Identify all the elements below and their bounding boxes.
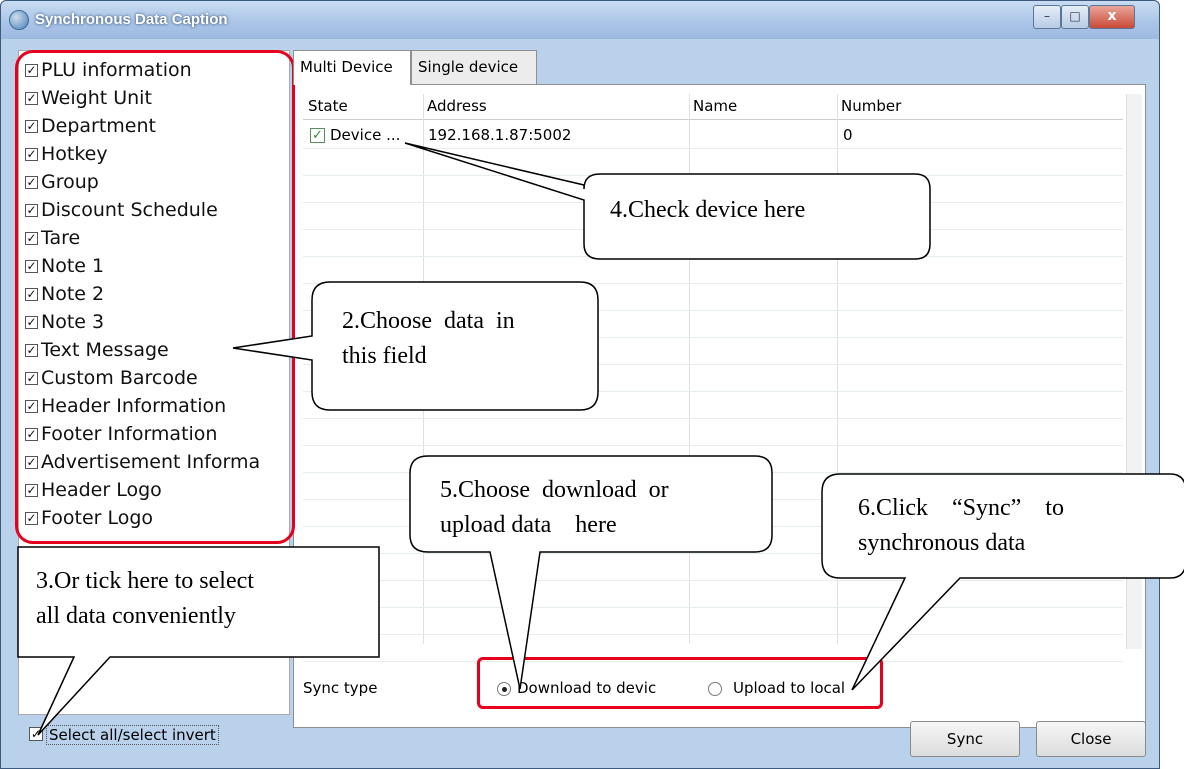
column-number[interactable]: Number <box>841 97 901 115</box>
select-all-checkbox[interactable]: ✓ <box>29 727 43 741</box>
callout-2-text: 2.Choose data in this field <box>342 304 515 374</box>
callout-5-line2: upload data here <box>440 512 617 538</box>
device-grid-panel <box>293 84 1146 728</box>
grid-row-line <box>303 175 1123 176</box>
sync-type-highlight <box>477 657 883 709</box>
column-divider <box>689 94 690 644</box>
column-name[interactable]: Name <box>693 97 737 115</box>
grid-row-line <box>303 283 1123 284</box>
close-button[interactable]: Close <box>1036 721 1146 757</box>
grid-row-line <box>303 580 1123 581</box>
grid-row-line <box>303 445 1123 446</box>
callout-3-line2: all data conveniently <box>36 603 236 629</box>
grid-row-line <box>303 391 1123 392</box>
grid-row-line <box>303 634 1123 635</box>
minimize-button[interactable]: – <box>1033 5 1061 29</box>
grid-row-line <box>303 148 1123 149</box>
device-address-cell[interactable]: 192.168.1.87:5002 <box>428 126 571 144</box>
tab-multi-device[interactable]: Multi Device <box>293 50 411 85</box>
maximize-button[interactable]: □ <box>1061 5 1089 29</box>
close-window-button[interactable]: x <box>1089 5 1135 29</box>
title-bar[interactable]: Synchronous Data Caption – □ x <box>1 1 1159 39</box>
data-list-highlight <box>15 50 295 544</box>
device-grid-header: State Address Name Number <box>303 94 1123 120</box>
callout-5-line1: 5.Choose download or <box>440 477 669 503</box>
grid-row-line <box>303 418 1123 419</box>
callout-6-text: 6.Click “Sync” to synchronous data <box>858 491 1064 561</box>
window-title: Synchronous Data Caption <box>35 11 228 28</box>
callout-3-text: 3.Or tick here to select all data conven… <box>36 564 254 634</box>
column-divider <box>837 94 838 644</box>
select-all-label[interactable]: Select all/select invert <box>46 725 219 745</box>
callout-2-line1: 2.Choose data in <box>342 308 515 334</box>
app-icon <box>9 10 29 30</box>
callout-4-text: 4.Check device here <box>610 197 806 223</box>
callout-5-text: 5.Choose download or upload data here <box>440 473 669 543</box>
grid-row-line <box>303 607 1123 608</box>
grid-row-line <box>303 229 1123 230</box>
callout-6-line1: 6.Click “Sync” to <box>858 495 1064 521</box>
sync-type-label: Sync type <box>303 679 378 697</box>
grid-row-line <box>303 472 1123 473</box>
callout-2-line2: this field <box>342 343 427 369</box>
callout-3-line1: 3.Or tick here to select <box>36 568 254 594</box>
column-state[interactable]: State <box>308 97 348 115</box>
device-checkbox[interactable]: ✓ <box>310 128 325 143</box>
grid-row-line <box>303 256 1123 257</box>
device-number-cell[interactable]: 0 <box>843 126 853 144</box>
callout-6-line2: synchronous data <box>858 530 1026 556</box>
device-state-cell[interactable]: Device ... <box>330 126 400 144</box>
vertical-scrollbar[interactable] <box>1126 94 1142 649</box>
column-address[interactable]: Address <box>427 97 487 115</box>
sync-button[interactable]: Sync <box>910 721 1020 757</box>
tab-single-device[interactable]: Single device <box>411 50 537 84</box>
